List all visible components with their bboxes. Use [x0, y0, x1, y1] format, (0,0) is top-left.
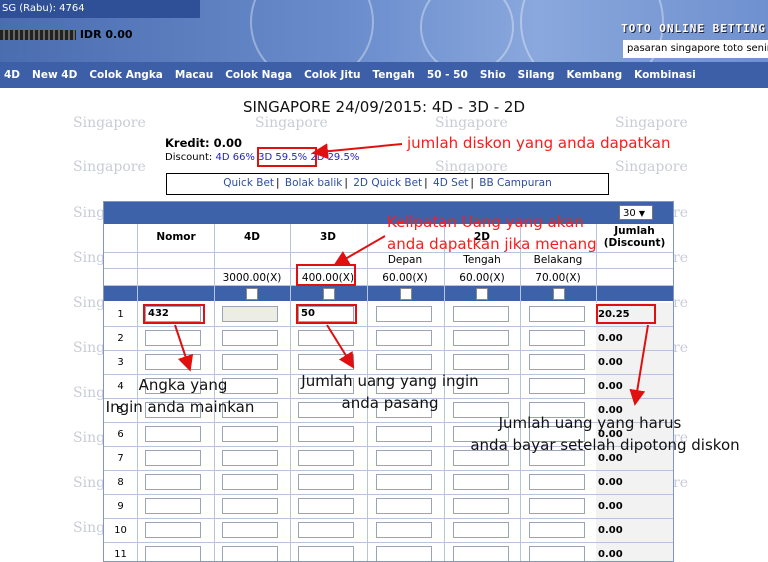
annotation-arrows	[0, 0, 768, 560]
